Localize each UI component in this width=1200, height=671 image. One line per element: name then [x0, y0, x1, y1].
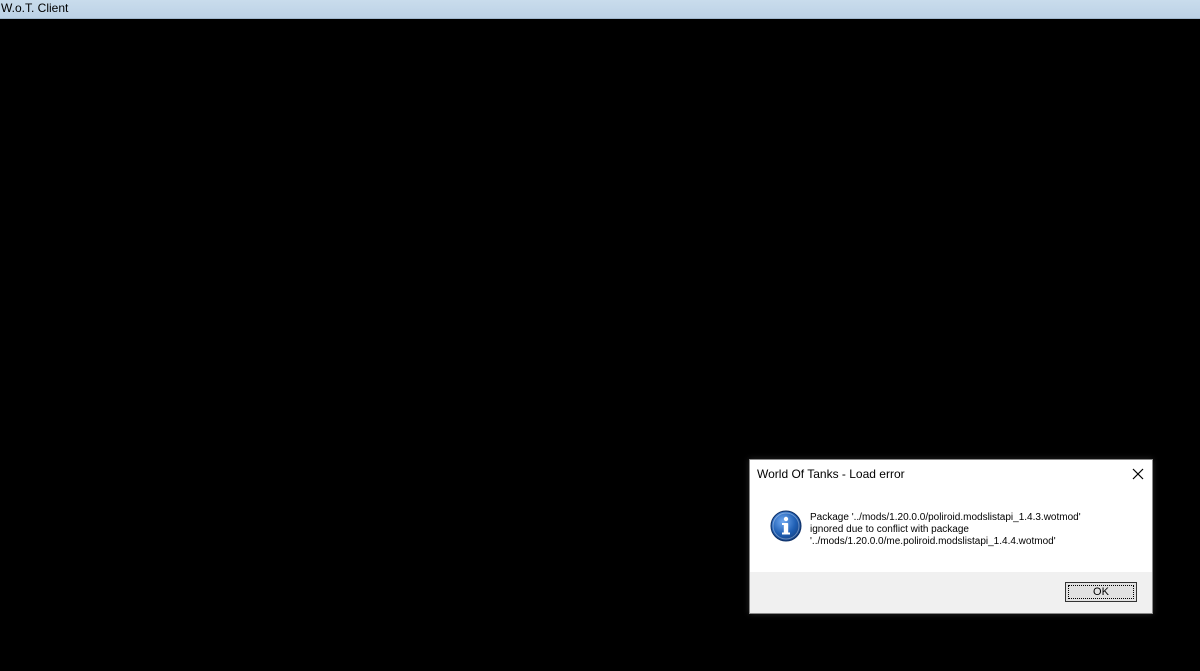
info-icon: [770, 510, 802, 542]
ok-button[interactable]: OK: [1065, 582, 1137, 602]
window-title-bar[interactable]: W.o.T. Client: [0, 0, 1200, 19]
window-title: W.o.T. Client: [1, 1, 69, 15]
load-error-dialog: World Of Tanks - Load error Package '../…: [749, 459, 1153, 614]
close-button[interactable]: [1126, 462, 1150, 486]
message-line: ignored due to conflict with package: [810, 524, 969, 535]
game-client-window: W.o.T. Client World Of Tanks - Load erro…: [0, 0, 1200, 671]
dialog-footer: OK: [750, 572, 1152, 613]
dialog-body: Package '../mods/1.20.0.0/poliroid.modsl…: [750, 490, 1152, 572]
close-icon: [1132, 468, 1144, 480]
message-line: '../mods/1.20.0.0/me.poliroid.modslistap…: [810, 536, 1056, 547]
error-message: Package '../mods/1.20.0.0/poliroid.modsl…: [810, 512, 1140, 548]
message-line: Package '../mods/1.20.0.0/poliroid.modsl…: [810, 512, 1081, 523]
dialog-title[interactable]: World Of Tanks - Load error: [757, 467, 905, 482]
